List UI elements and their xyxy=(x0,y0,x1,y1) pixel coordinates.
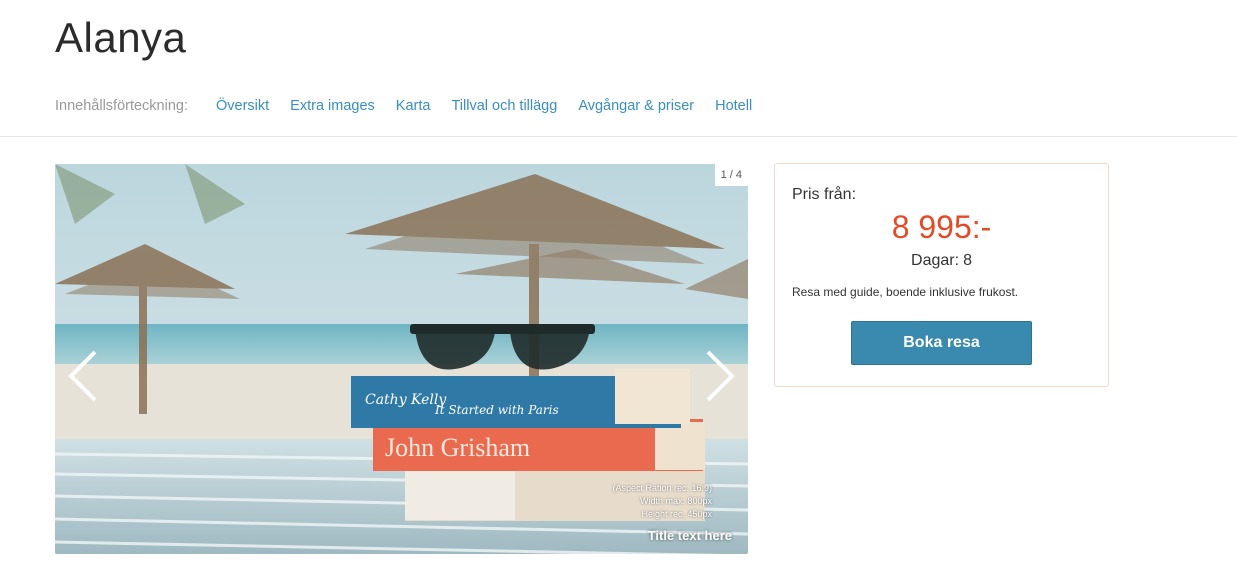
chevron-left-icon xyxy=(68,350,97,402)
next-slide-button[interactable] xyxy=(702,349,736,403)
toc-link-avgangar[interactable]: Avgångar & priser xyxy=(578,98,694,114)
page-title: Alanya xyxy=(55,14,187,61)
book-trip-button[interactable]: Boka resa xyxy=(851,321,1032,365)
days-label: Dagar: xyxy=(911,252,960,269)
toc-link-karta[interactable]: Karta xyxy=(396,98,431,114)
image-size-note: (Aspect Ration rec. 16:9) Width max. 800… xyxy=(612,482,712,521)
slide-caption: Title text here xyxy=(647,528,732,543)
slide-counter: 1 / 4 xyxy=(714,164,748,186)
toc-label: Innehållsförteckning: xyxy=(55,98,188,114)
price-label: Pris från: xyxy=(792,186,857,203)
toc-link-hotell[interactable]: Hotell xyxy=(715,98,752,114)
toc-link-oversikt[interactable]: Översikt xyxy=(216,98,269,114)
days-info: Dagar: 8 xyxy=(775,252,1108,270)
days-value: 8 xyxy=(963,252,972,269)
toc-link-extra-images[interactable]: Extra images xyxy=(290,98,375,114)
chevron-right-icon xyxy=(706,350,735,402)
trip-description: Resa med guide, boende inklusive frukost… xyxy=(792,285,1019,299)
image-slider[interactable]: Cathy Kelly It Started with Paris John G… xyxy=(55,164,748,554)
note-line: (Aspect Ration rec. 16:9) xyxy=(612,483,712,493)
header-divider xyxy=(0,136,1237,137)
book-title-2: It Started with Paris xyxy=(434,403,559,417)
note-line: Height rec. 450px xyxy=(641,509,712,519)
book-title-3: John Grisham xyxy=(385,433,530,462)
price-box: Pris från: 8 995:- Dagar: 8 Resa med guid… xyxy=(774,163,1109,387)
table-of-contents: Innehållsförteckning: Översikt Extra ima… xyxy=(55,98,773,114)
toc-link-tillval[interactable]: Tillval och tillägg xyxy=(451,98,557,114)
note-line: Width max. 800px xyxy=(639,496,712,506)
price-value: 8 995:- xyxy=(891,209,992,245)
prev-slide-button[interactable] xyxy=(67,349,101,403)
